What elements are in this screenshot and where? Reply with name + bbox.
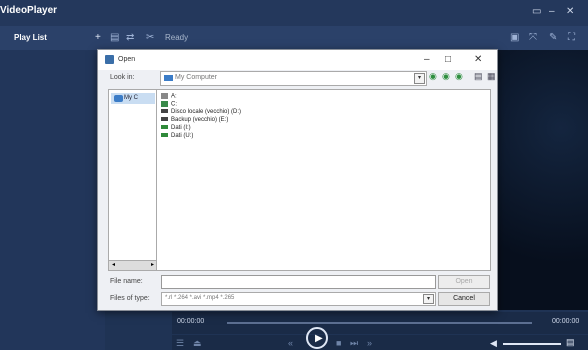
- file-type-label: Files of type:: [110, 295, 150, 302]
- volume-slider[interactable]: [503, 343, 561, 345]
- place-label: My C: [124, 95, 138, 101]
- playlist-label: Play List: [14, 33, 47, 42]
- places-scrollbar[interactable]: ◂ ▸: [108, 260, 158, 271]
- detail-view-icon[interactable]: ▦: [487, 71, 496, 82]
- chevron-down-icon: ▾: [423, 294, 434, 304]
- scroll-left-icon[interactable]: ◂: [112, 261, 115, 268]
- file-label: Disco locale (vecchio) (D:): [171, 109, 242, 115]
- drive-icon: [161, 109, 168, 114]
- back-icon[interactable]: ◉: [429, 71, 437, 82]
- file-list: A: C: Disco locale (vecchio) (D:) Backup…: [156, 89, 491, 271]
- dialog-maximize-button[interactable]: □: [445, 54, 451, 65]
- file-label: A:: [171, 93, 177, 100]
- volume-icon[interactable]: ◀: [490, 338, 497, 349]
- minimize-button[interactable]: –: [549, 6, 555, 17]
- chevron-down-icon: ▾: [414, 73, 425, 84]
- list-item[interactable]: C:: [161, 101, 177, 108]
- list-view-icon[interactable]: ▤: [474, 71, 483, 82]
- network-drive-icon: [161, 133, 168, 138]
- dialog-close-button[interactable]: ✕: [474, 54, 482, 65]
- playlist-header: Play List + ▤ ⇄ ✂ Ready ▣ ⤧ ✎ ⛶: [0, 26, 588, 50]
- settings-icon[interactable]: ▤: [566, 337, 575, 348]
- place-my-computer[interactable]: My C: [111, 93, 155, 104]
- file-type-combo[interactable]: *.rl *.264 *.avi *.mp4 *.265 ▾: [161, 292, 436, 306]
- look-in-value: My Computer: [175, 74, 218, 81]
- edit-icon[interactable]: ✎: [549, 32, 557, 43]
- file-label: C:: [171, 101, 177, 108]
- file-name-input[interactable]: [161, 275, 436, 289]
- play-button[interactable]: ▶: [306, 327, 328, 349]
- tools-icon[interactable]: ✂: [146, 32, 154, 43]
- playlist-panel: [0, 50, 105, 350]
- cancel-button[interactable]: Cancel: [438, 292, 490, 306]
- playlist-toggle-icon[interactable]: ☰: [176, 338, 184, 349]
- floppy-icon: [161, 93, 168, 99]
- total-time: 00:00:00: [552, 318, 580, 325]
- new-folder-icon[interactable]: ◉: [455, 71, 463, 82]
- next-frame-icon[interactable]: ⏭: [350, 338, 358, 349]
- dialog-title: Open: [118, 56, 136, 63]
- title-bar: VideoPlayer ▭ – ✕: [0, 0, 588, 26]
- rewind-icon[interactable]: «: [288, 338, 293, 348]
- app-title: VideoPlayer: [0, 5, 58, 16]
- seek-area: 00:00:00 00:00:00: [172, 312, 588, 334]
- video-area: [498, 50, 588, 310]
- dialog-title-bar: Open – □ ✕: [98, 50, 497, 70]
- list-item[interactable]: A:: [161, 93, 177, 100]
- list-item[interactable]: Backup (vecchio) (E:): [161, 117, 228, 123]
- stop-icon[interactable]: ■: [336, 338, 341, 348]
- computer-icon: [114, 95, 123, 102]
- network-drive-icon: [161, 125, 168, 130]
- places-sidebar: My C: [108, 89, 158, 261]
- file-label: Backup (vecchio) (E:): [171, 117, 229, 123]
- seek-bar[interactable]: [227, 322, 532, 324]
- file-type-value: *.rl *.264 *.avi *.mp4 *.265: [165, 295, 235, 301]
- dialog-app-icon: [105, 55, 114, 64]
- open-file-icon[interactable]: ⏏: [193, 338, 202, 349]
- file-name-label: File name:: [110, 278, 143, 285]
- open-button[interactable]: Open: [438, 275, 490, 289]
- snapshot-icon[interactable]: ▣: [510, 32, 519, 43]
- mini-mode-icon[interactable]: ▭: [532, 6, 541, 17]
- forward-icon[interactable]: ◉: [442, 71, 450, 82]
- shuffle-icon[interactable]: ⤧: [529, 32, 537, 43]
- list-item[interactable]: Disco locale (vecchio) (D:): [161, 109, 241, 115]
- list-item[interactable]: Dati (U:): [161, 133, 193, 139]
- status-text: Ready: [165, 33, 189, 42]
- look-in-combo[interactable]: My Computer ▾: [160, 71, 427, 86]
- loop-icon[interactable]: ⇄: [126, 32, 134, 43]
- computer-icon: [164, 75, 173, 81]
- close-button[interactable]: ✕: [566, 6, 574, 17]
- list-item[interactable]: Dati (I:): [161, 125, 191, 131]
- list-icon[interactable]: ▤: [110, 32, 119, 43]
- look-in-label: Look in:: [110, 74, 135, 81]
- elapsed-time: 00:00:00: [177, 318, 205, 325]
- dialog-minimize-button[interactable]: –: [424, 54, 430, 65]
- file-label: Dati (U:): [171, 133, 194, 139]
- file-label: Dati (I:): [171, 125, 191, 131]
- fast-forward-icon[interactable]: »: [367, 338, 372, 348]
- open-dialog: Open – □ ✕ Look in: My Computer ▾ ◉ ◉ ◉ …: [97, 49, 498, 311]
- drive-icon: [161, 117, 168, 122]
- add-icon[interactable]: +: [95, 32, 101, 43]
- scroll-right-icon[interactable]: ▸: [151, 261, 154, 268]
- play-icon: ▶: [315, 333, 323, 344]
- drive-icon: [161, 101, 168, 107]
- fullscreen-icon[interactable]: ⛶: [568, 32, 575, 43]
